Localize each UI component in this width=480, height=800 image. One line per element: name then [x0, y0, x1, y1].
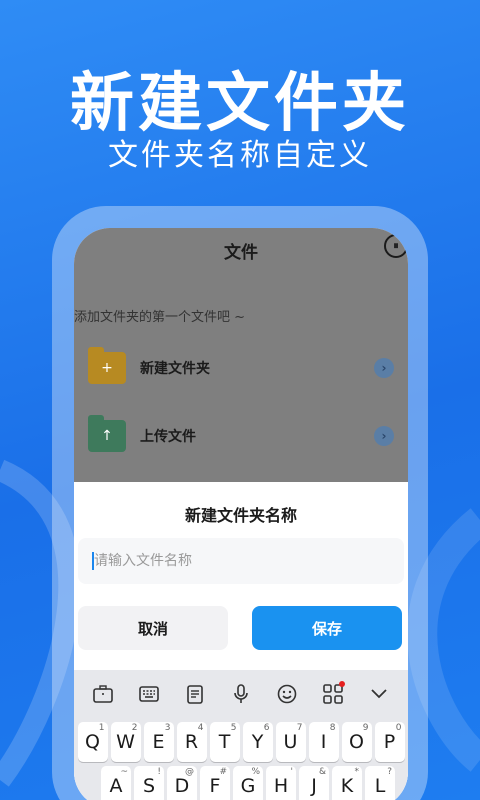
- key-char: P: [383, 731, 396, 753]
- key-char: R: [184, 731, 199, 753]
- list-item-upload[interactable]: ↑ 上传文件 ›: [88, 414, 394, 458]
- key-alt: 1: [98, 723, 105, 733]
- key-alt: ?: [387, 767, 392, 777]
- key-char: F: [209, 775, 221, 797]
- new-folder-dialog: 新建文件夹名称 取消 保存: [74, 482, 408, 800]
- cancel-button[interactable]: 取消: [78, 606, 228, 650]
- emoji-icon[interactable]: [273, 680, 301, 708]
- key-alt: *: [354, 767, 360, 777]
- key-alt: 4: [197, 723, 204, 733]
- key-char: L: [374, 775, 386, 797]
- key-r[interactable]: 4R: [176, 722, 207, 762]
- key-e[interactable]: 3E: [143, 722, 174, 762]
- dimmed-background: 文件 ⏸ 添加文件夹的第一个文件吧 ~ + 新建文件夹 › ↑ 上传文件 ›: [74, 228, 408, 482]
- key-alt: #: [219, 767, 227, 777]
- notification-dot: [339, 681, 345, 687]
- key-alt: 3: [164, 723, 171, 733]
- phone-frame: 文件 ⏸ 添加文件夹的第一个文件吧 ~ + 新建文件夹 › ↑ 上传文件 › 新…: [52, 206, 428, 800]
- key-d[interactable]: @ D: [167, 766, 197, 800]
- phone-screen: 文件 ⏸ 添加文件夹的第一个文件吧 ~ + 新建文件夹 › ↑ 上传文件 › 新…: [74, 228, 408, 800]
- key-f[interactable]: # F: [200, 766, 230, 800]
- key-a[interactable]: ~ A: [101, 766, 131, 800]
- text-caret: [92, 552, 94, 570]
- key-char: J: [311, 775, 317, 797]
- key-char: D: [174, 775, 190, 797]
- key-alt: %: [251, 767, 260, 777]
- key-alt: ~: [120, 767, 128, 777]
- list-item-label: 上传文件: [140, 429, 196, 445]
- key-h[interactable]: ' H: [266, 766, 296, 800]
- key-o[interactable]: 9O: [341, 722, 372, 762]
- key-alt: &: [318, 767, 326, 777]
- folder-upload-icon: ↑: [88, 415, 126, 452]
- key-char: G: [240, 775, 256, 797]
- keyboard-row-2: ~ A ! S @ D # F % G ' H & J * K ? L: [74, 766, 408, 800]
- folder-add-icon: +: [88, 347, 126, 384]
- key-char: W: [116, 731, 135, 753]
- key-char: H: [273, 775, 289, 797]
- key-char: A: [109, 775, 123, 797]
- folder-name-input[interactable]: [78, 538, 404, 584]
- key-alt: 0: [395, 723, 402, 733]
- key-y[interactable]: 6Y: [242, 722, 273, 762]
- list-item-label: 新建文件夹: [140, 361, 210, 377]
- key-char: U: [283, 731, 298, 753]
- key-char: S: [142, 775, 156, 797]
- chevron-down-icon[interactable]: [365, 680, 393, 708]
- key-q[interactable]: 1Q: [77, 722, 108, 762]
- key-char: Y: [251, 731, 264, 753]
- key-alt: ': [290, 767, 293, 777]
- chevron-right-icon: ›: [374, 426, 394, 446]
- promo-subline: 文件夹名称自定义: [108, 138, 372, 173]
- key-t[interactable]: 5T: [209, 722, 240, 762]
- keyboard-icon[interactable]: [135, 680, 163, 708]
- key-alt: 7: [296, 723, 303, 733]
- key-char: T: [218, 731, 231, 753]
- key-char: E: [152, 731, 165, 753]
- list-item-new-folder[interactable]: + 新建文件夹 ›: [88, 346, 394, 390]
- key-alt: 9: [362, 723, 369, 733]
- key-k[interactable]: * K: [332, 766, 362, 800]
- key-u[interactable]: 7U: [275, 722, 306, 762]
- key-p[interactable]: 0P: [374, 722, 405, 762]
- keyboard-toolbar: [74, 670, 408, 718]
- key-alt: @: [185, 767, 194, 777]
- pause-icon[interactable]: ⏸: [384, 234, 408, 258]
- mic-icon[interactable]: [227, 680, 255, 708]
- key-char: Q: [85, 731, 100, 753]
- key-s[interactable]: ! S: [134, 766, 164, 800]
- briefcase-icon[interactable]: [89, 680, 117, 708]
- key-char: I: [320, 731, 327, 753]
- key-g[interactable]: % G: [233, 766, 263, 800]
- key-w[interactable]: 2W: [110, 722, 141, 762]
- page-title: 文件: [224, 243, 258, 263]
- key-alt: 2: [131, 723, 138, 733]
- grid-icon[interactable]: [319, 680, 347, 708]
- empty-hint: 添加文件夹的第一个文件吧 ~: [74, 310, 246, 325]
- clipboard-icon[interactable]: [181, 680, 209, 708]
- key-alt: !: [157, 767, 161, 777]
- key-alt: 8: [329, 723, 336, 733]
- chevron-right-icon: ›: [374, 358, 394, 378]
- upload-glyph: ↑: [101, 428, 113, 444]
- key-j[interactable]: & J: [299, 766, 329, 800]
- key-alt: 5: [230, 723, 237, 733]
- key-i[interactable]: 8I: [308, 722, 339, 762]
- key-alt: 6: [263, 723, 270, 733]
- soft-keyboard: 1Q 2W 3E 4R 5T 6Y 7U 8I 9O 0P ~ A ! S @ D #…: [74, 670, 408, 800]
- key-l[interactable]: ? L: [365, 766, 395, 800]
- plus-glyph: +: [101, 360, 113, 376]
- key-char: O: [349, 731, 364, 753]
- dialog-title: 新建文件夹名称: [184, 506, 297, 525]
- key-char: K: [340, 775, 354, 797]
- keyboard-row-1: 1Q 2W 3E 4R 5T 6Y 7U 8I 9O 0P: [74, 722, 408, 762]
- pause-icon-glyph: ⏸: [393, 239, 399, 252]
- save-button[interactable]: 保存: [252, 606, 402, 650]
